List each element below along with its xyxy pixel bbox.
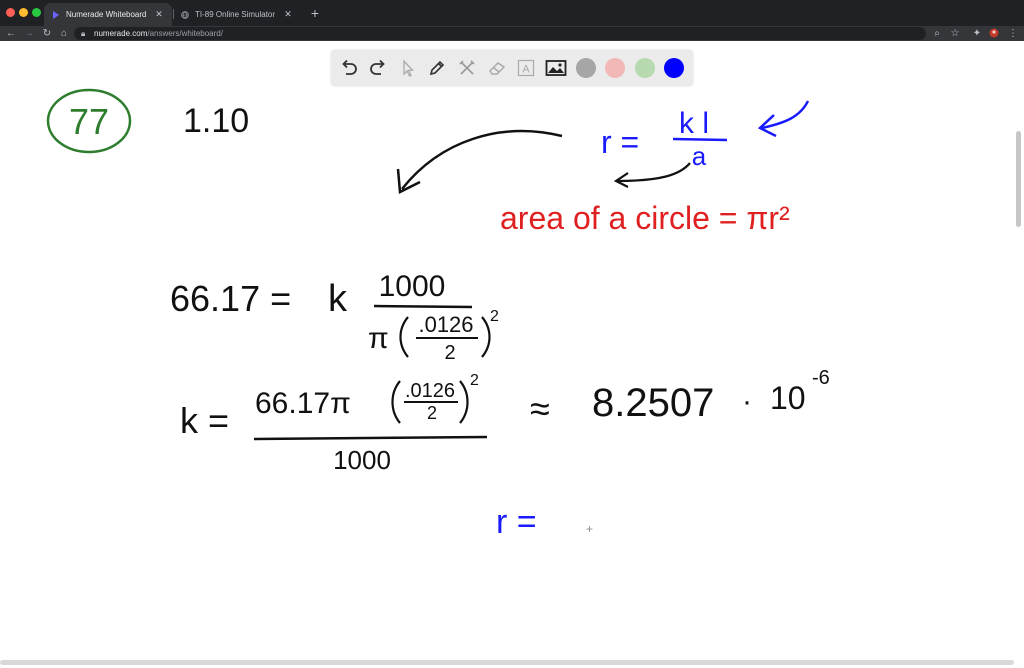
minimize-window-button[interactable] — [19, 8, 28, 17]
avatar[interactable] — [987, 26, 1001, 41]
reload-icon[interactable]: ↻ — [40, 26, 54, 41]
equation1-pi: π — [368, 322, 389, 355]
whiteboard-canvas[interactable]: A 77 1.10 r = k l a area of a circle = π… — [0, 41, 1024, 668]
equation1-exponent: 2 — [490, 308, 499, 325]
bottom-r-label: r = — [496, 503, 537, 541]
equation1-left-paren — [399, 316, 409, 358]
equation2-numerator: 66.17π — [255, 387, 351, 420]
crosshair-cursor: + — [586, 522, 593, 536]
equation2-exponent: 2 — [470, 372, 479, 389]
tab-title: TI-89 Online Simulator — [195, 10, 276, 19]
close-window-button[interactable] — [6, 8, 15, 17]
home-icon[interactable]: ⌂ — [57, 26, 71, 41]
result-mantissa: 8.2507 — [592, 381, 714, 425]
equation2-denominator: 1000 — [333, 445, 391, 475]
equation2-inner-denominator: 2 — [427, 403, 437, 423]
back-arrow-icon[interactable]: ← — [4, 26, 18, 41]
equation2-right-paren — [459, 380, 469, 424]
numerade-logo-icon — [52, 10, 60, 19]
equation1-fraction-bar — [373, 304, 473, 309]
browser-menu-icon[interactable]: ⋮ — [1006, 26, 1020, 41]
equation1-left: 66.17 = — [170, 278, 291, 319]
equation2-left: k = — [180, 400, 229, 441]
equation2-inner-numerator: .0126 — [405, 380, 455, 402]
lock-icon: 🔒︎ — [81, 29, 86, 38]
forward-arrow-icon[interactable]: → — [22, 26, 36, 41]
new-tab-button[interactable]: + — [308, 4, 322, 22]
equation1-numerator: 1000 — [379, 270, 446, 303]
vertical-scrollbar[interactable] — [1016, 131, 1021, 227]
result-base: 10 — [770, 380, 806, 416]
formula-r-label: r = — [601, 124, 639, 160]
result-multiply-dot: · — [742, 385, 752, 418]
area-of-circle-note: area of a circle = πr² — [500, 200, 790, 236]
tab-ti89-simulator[interactable]: TI-89 Online Simulator ✕ — [173, 3, 301, 26]
problem-number: 77 — [69, 101, 109, 142]
tab-numerade-whiteboard[interactable]: Numerade Whiteboard ✕ — [44, 3, 172, 26]
result-exponent: -6 — [812, 367, 830, 389]
equation2-fraction-bar — [253, 435, 488, 441]
extensions-puzzle-icon[interactable]: ✦ — [970, 26, 984, 41]
browser-tab-strip: Numerade Whiteboard ✕ TI-89 Online Simul… — [0, 0, 1024, 26]
search-icon[interactable]: ⌕ — [930, 26, 944, 41]
url-path: /answers/whiteboard/ — [147, 29, 223, 38]
equation1-right-paren — [481, 316, 491, 358]
close-tab-icon[interactable]: ✕ — [283, 9, 293, 20]
problem-reference: 1.10 — [183, 102, 249, 140]
url-host: numerade.com — [94, 29, 148, 38]
formula-fraction-bar — [672, 137, 728, 142]
bookmark-star-icon[interactable]: ☆ — [948, 26, 962, 41]
equation1-k: k — [328, 278, 348, 320]
equation1-inner-denominator: 2 — [444, 342, 455, 364]
formula-numerator: k l — [679, 107, 709, 140]
tab-title: Numerade Whiteboard — [66, 10, 147, 19]
blue-arrow — [761, 100, 810, 130]
equation1-inner-numerator: .0126 — [418, 312, 473, 337]
curved-arrow — [401, 129, 563, 190]
horizontal-scrollbar[interactable] — [0, 660, 1014, 665]
browser-toolbar: ← → ↻ ⌂ 🔒︎ numerade.com/answers/whiteboa… — [0, 26, 1024, 41]
formula-denominator: a — [692, 141, 707, 171]
globe-icon — [181, 10, 189, 19]
close-tab-icon[interactable]: ✕ — [154, 9, 164, 20]
maximize-window-button[interactable] — [32, 8, 41, 17]
approx-symbol: ≈ — [530, 388, 550, 429]
address-bar[interactable]: 🔒︎ numerade.com/answers/whiteboard/ — [74, 27, 926, 40]
small-arrow — [616, 162, 691, 183]
handwritten-ink-layer: 77 1.10 r = k l a area of a circle = πr²… — [46, 88, 830, 541]
equation2-left-paren — [391, 380, 401, 424]
